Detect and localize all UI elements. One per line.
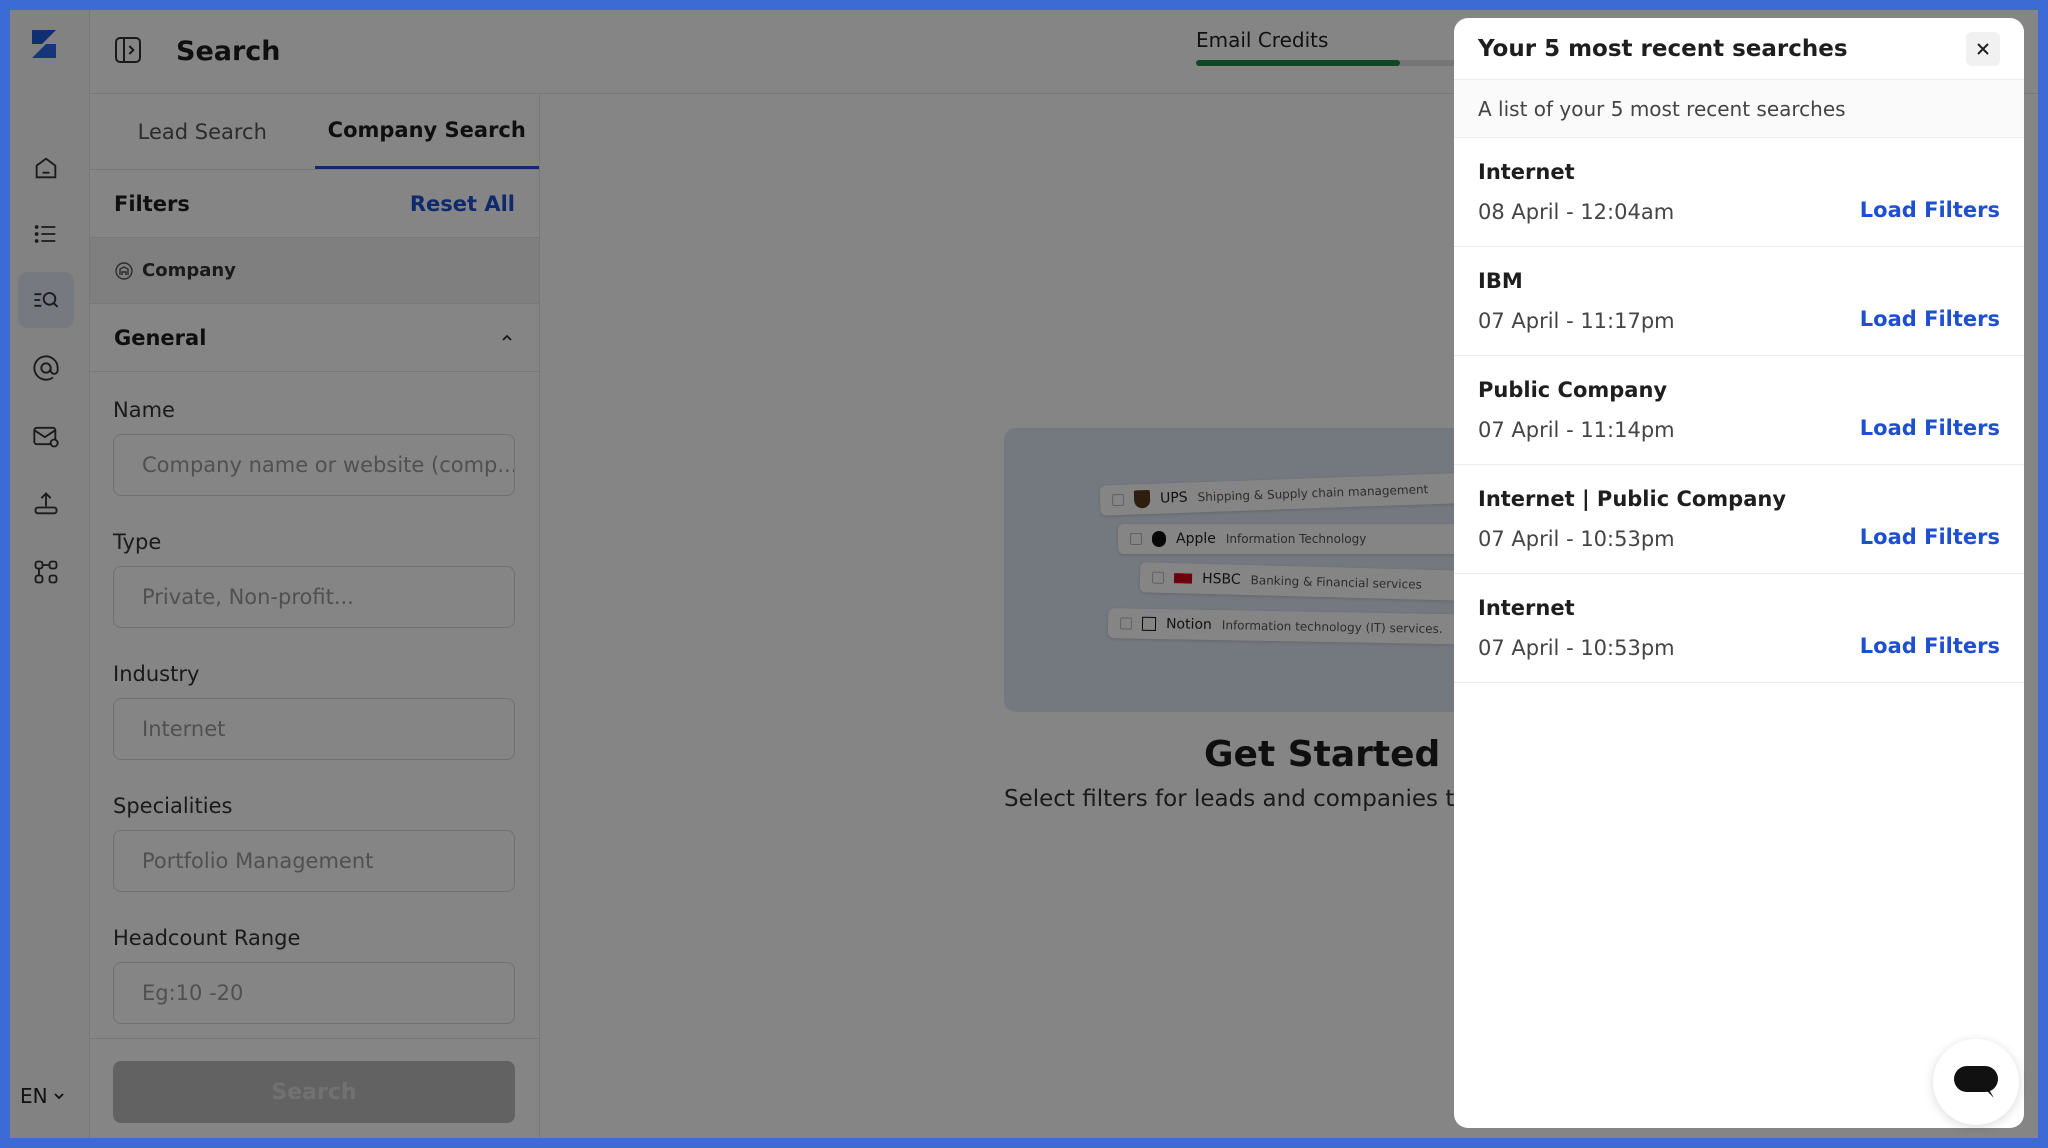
chat-icon [1954, 1066, 1998, 1098]
recent-search-item: Internet 08 April - 12:04am Load Filters [1454, 138, 2024, 247]
app-frame: EN Search Email Credits Lead Search Comp… [10, 10, 2038, 1138]
load-filters-button[interactable]: Load Filters [1860, 198, 2000, 222]
close-icon [1977, 42, 1989, 55]
recent-search-query: Internet [1478, 160, 1575, 184]
load-filters-button[interactable]: Load Filters [1860, 634, 2000, 658]
recent-search-query: Internet [1478, 596, 1575, 620]
recent-searches-drawer: Your 5 most recent searches A list of yo… [1454, 18, 2024, 1128]
chat-widget-button[interactable] [1933, 1039, 2019, 1125]
drawer-subtitle: A list of your 5 most recent searches [1454, 80, 2024, 138]
drawer-title: Your 5 most recent searches [1478, 35, 1848, 62]
recent-search-query: Internet | Public Company [1478, 487, 1787, 511]
recent-search-item: IBM 07 April - 11:17pm Load Filters [1454, 247, 2024, 356]
recent-search-query: Public Company [1478, 378, 1668, 402]
load-filters-button[interactable]: Load Filters [1860, 525, 2000, 549]
load-filters-button[interactable]: Load Filters [1860, 416, 2000, 440]
close-button[interactable] [1966, 31, 2000, 66]
recent-search-item: Internet | Public Company 07 April - 10:… [1454, 465, 2024, 574]
recent-search-item: Internet 07 April - 10:53pm Load Filters [1454, 574, 2024, 683]
recent-search-query: IBM [1478, 269, 1523, 293]
load-filters-button[interactable]: Load Filters [1860, 307, 2000, 331]
drawer-header: Your 5 most recent searches [1454, 18, 2024, 80]
recent-search-item: Public Company 07 April - 11:14pm Load F… [1454, 356, 2024, 465]
